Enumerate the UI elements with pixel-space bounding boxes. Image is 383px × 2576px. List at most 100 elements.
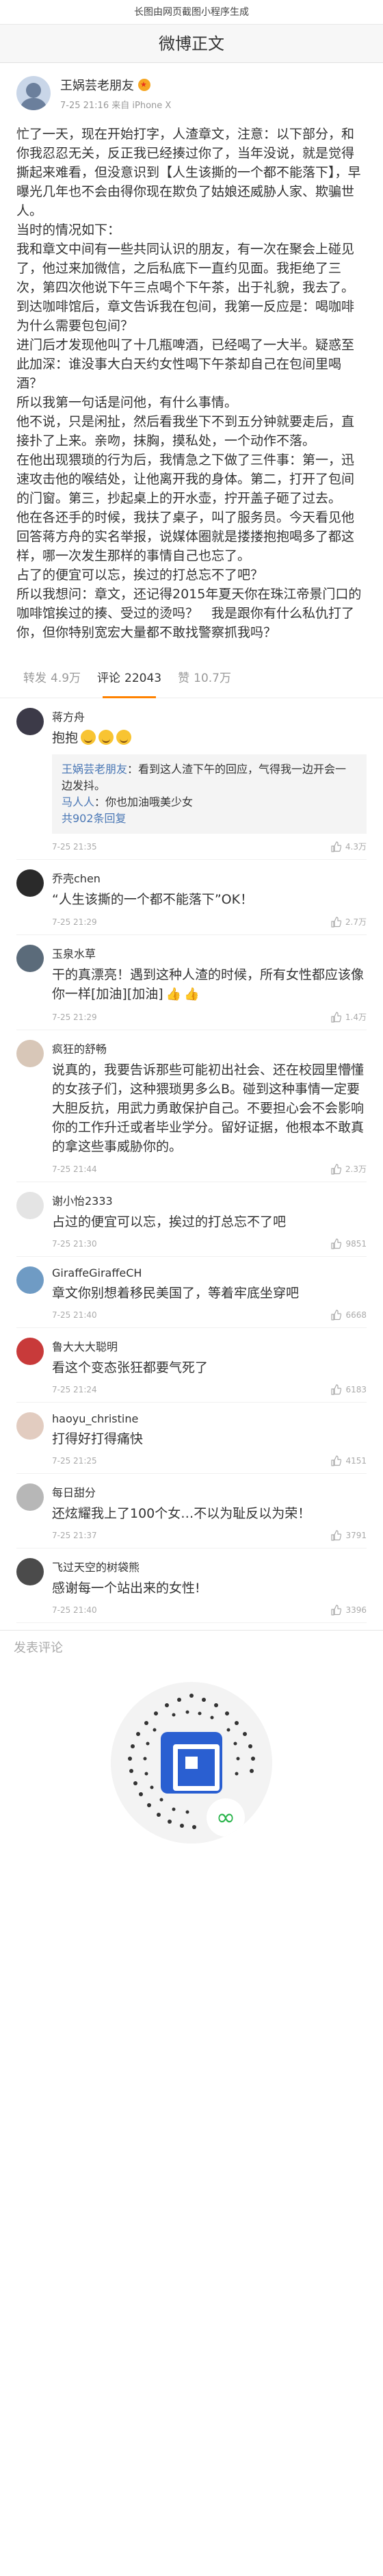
commenter-name[interactable]: 鲁大大大聪明: [52, 1338, 118, 1354]
like-button[interactable]: 6668: [330, 1310, 367, 1321]
comment-text: 说真的，我要告诉那些可能初出社会、还在校园里懵懂的女孩子们，这种猥琐男多么B。碰…: [52, 1062, 365, 1154]
comment-time: 7-25 21:25: [52, 1456, 97, 1466]
commenter-name[interactable]: 疯狂的舒畅: [52, 1040, 107, 1056]
tab-likes[interactable]: 赞 10.7万: [170, 659, 239, 698]
like-button[interactable]: 1.4万: [330, 1011, 367, 1023]
author-row: 王娲芸老朋友 7-25 21:16 来自 iPhone X: [16, 74, 367, 112]
like-count: 2.7万: [345, 917, 367, 927]
commenter-name[interactable]: 乔壳chen: [52, 869, 101, 886]
author-avatar[interactable]: [16, 76, 51, 110]
commenter-name[interactable]: haoyu_christine: [52, 1412, 138, 1425]
commenter-name-row: 蒋方舟: [52, 708, 367, 724]
thumbs-up-emoji-icon: 👍: [184, 987, 200, 1002]
comment-item: 疯狂的舒畅 说真的，我要告诉那些可能初出社会、还在校园里懵懂的女孩子们，这种猥琐…: [16, 1030, 367, 1182]
commenter-name-row: haoyu_christine: [52, 1412, 367, 1425]
generator-banner: 长图由网页截图小程序生成: [0, 0, 383, 25]
post-paragraph: 他在各还手的时候，我扶了桌子，叫了服务员。今天看见他回答蒋方舟的实名举报，说媒体…: [16, 510, 355, 563]
comment-input[interactable]: 发表评论: [0, 1630, 383, 1666]
commenter-name[interactable]: 谢小怡2333: [52, 1192, 113, 1208]
commenter-avatar[interactable]: [16, 869, 44, 897]
post-paragraph: 在他出现猥琐的行为后，我情急之下做了三件事：第一，迅速攻击他的喉结处，让他离开我…: [16, 452, 355, 506]
commenter-name[interactable]: 飞过天空的树袋熊: [52, 1558, 140, 1574]
like-count: 4.3万: [345, 842, 367, 852]
like-button[interactable]: 4151: [330, 1455, 367, 1466]
comment-footer: 7-25 21:40 3396: [52, 1605, 367, 1616]
like-count: 1.4万: [345, 1012, 367, 1022]
commenter-name[interactable]: 玉泉水草: [52, 945, 96, 961]
commenter-name-row: 谢小怡2333: [52, 1192, 367, 1208]
comment-footer: 7-25 21:37 3791: [52, 1530, 367, 1541]
post-paragraph: 所以我想问：章文，还记得2015年夏天你在珠江帝景门口的咖啡馆挨过的揍、受过的烫…: [16, 587, 362, 640]
commenter-name-row: 乔壳chen: [52, 869, 367, 886]
tab-count: 22043: [124, 671, 162, 685]
comment-main: 蒋方舟 抱抱 王娲芸老朋友：看到这人渣下午的回应，气得我一边开会一边发抖。 马人…: [52, 708, 367, 852]
reply-preview[interactable]: 王娲芸老朋友：看到这人渣下午的回应，气得我一边开会一边发抖。 马人人：你也加油哦…: [52, 754, 367, 834]
like-button[interactable]: 4.3万: [330, 841, 367, 852]
comment-time: 7-25 21:24: [52, 1385, 97, 1394]
like-button[interactable]: 3791: [330, 1530, 367, 1541]
like-button[interactable]: 9851: [330, 1238, 367, 1249]
like-count: 6183: [345, 1385, 367, 1394]
like-button[interactable]: 6183: [330, 1384, 367, 1395]
comment-time: 7-25 21:29: [52, 917, 97, 927]
commenter-avatar[interactable]: [16, 1266, 44, 1294]
page-title: 微博正文: [0, 25, 383, 63]
commenter-avatar[interactable]: [16, 1040, 44, 1067]
comment-item: GiraffeGiraffeCH 章文你别想着移民美国了，等着牢底坐穿吧 7-2…: [16, 1257, 367, 1328]
commenter-avatar[interactable]: [16, 1412, 44, 1440]
comment-main: 飞过天空的树袋熊 感谢每一个站出来的女性! 7-25 21:40 3396: [52, 1558, 367, 1616]
comment-item: 谢小怡2333 占过的便宜可以忘，挨过的打总忘不了吧 7-25 21:30 98…: [16, 1182, 367, 1257]
more-replies-link[interactable]: 共902条回复: [62, 811, 357, 827]
commenter-avatar[interactable]: [16, 708, 44, 735]
like-button[interactable]: 2.7万: [330, 916, 367, 928]
post-tabs: 转发 4.9万 评论 22043 赞 10.7万: [0, 659, 383, 698]
comment-footer: 7-25 21:24 6183: [52, 1384, 367, 1395]
comment-footer: 7-25 21:35 4.3万: [52, 841, 367, 852]
comment-text-value: 干的真漂亮！遇到这种人渣的时候，所有女性都应该像你一样[加油][加油]: [52, 967, 365, 1002]
comment-item: 玉泉水草 干的真漂亮！遇到这种人渣的时候，所有女性都应该像你一样[加油][加油]…: [16, 935, 367, 1030]
commenter-avatar[interactable]: [16, 1338, 44, 1365]
commenter-avatar[interactable]: [16, 945, 44, 972]
commenter-name[interactable]: 每日甜分: [52, 1483, 96, 1500]
comment-time: 7-25 21:40: [52, 1310, 97, 1320]
comment-footer: 7-25 21:29 1.4万: [52, 1011, 367, 1023]
thumbs-up-icon: [331, 1530, 342, 1541]
like-button[interactable]: 3396: [330, 1605, 367, 1616]
weibo-post: 王娲芸老朋友 7-25 21:16 来自 iPhone X 忙了一天，现在开始打…: [0, 63, 383, 648]
miniprogram-logo-icon: [207, 1798, 245, 1837]
commenter-avatar[interactable]: [16, 1192, 44, 1219]
tab-label: 转发: [23, 671, 47, 685]
comment-text: 还炫耀我上了100个女…不以为耻反以为荣！: [52, 1506, 311, 1521]
comment-text: “人生该撕的一个都不能落下”OK！: [52, 892, 254, 907]
post-paragraph: 我和章文中间有一些共同认识的朋友，有一次在聚会上碰见了，他过来加微信，之后私底下…: [16, 242, 355, 295]
comment-footer: 7-25 21:44 2.3万: [52, 1163, 367, 1175]
like-count: 3791: [345, 1531, 367, 1540]
miniprogram-qr-code[interactable]: [111, 1682, 272, 1844]
comment-item: haoyu_christine 打得好打得痛快 7-25 21:25 4151: [16, 1403, 367, 1474]
author-name[interactable]: 王娲芸老朋友: [60, 76, 134, 94]
comment-text: 干的真漂亮！遇到这种人渣的时候，所有女性都应该像你一样[加油][加油] 👍 👍: [52, 965, 367, 1004]
thumbs-up-icon: [331, 1163, 341, 1175]
thumbs-up-icon: [331, 841, 341, 852]
post-paragraph: 当时的情况如下：: [16, 222, 121, 238]
commenter-avatar[interactable]: [16, 1558, 44, 1585]
like-count: 6668: [345, 1310, 367, 1320]
tab-repost[interactable]: 转发 4.9万: [15, 659, 89, 698]
tab-comments[interactable]: 评论 22043: [89, 659, 170, 698]
comment-footer: 7-25 21:30 9851: [52, 1238, 367, 1249]
comment-main: 玉泉水草 干的真漂亮！遇到这种人渣的时候，所有女性都应该像你一样[加油][加油]…: [52, 945, 367, 1023]
comment-text: 感谢每一个站出来的女性!: [52, 1581, 200, 1596]
commenter-name-row: 疯狂的舒畅: [52, 1040, 367, 1056]
reply-author[interactable]: 马人人: [62, 795, 94, 808]
reply-author[interactable]: 王娲芸老朋友: [62, 763, 127, 776]
commenter-name-row: 玉泉水草: [52, 945, 367, 961]
comment-footer: 7-25 21:40 6668: [52, 1310, 367, 1321]
hug-emoji-icon: [98, 730, 114, 745]
commenter-avatar[interactable]: [16, 1483, 44, 1511]
like-button[interactable]: 2.3万: [330, 1163, 367, 1175]
commenter-name[interactable]: 蒋方舟: [52, 708, 85, 724]
comment-time: 7-25 21:35: [52, 841, 97, 852]
comment-main: 疯狂的舒畅 说真的，我要告诉那些可能初出社会、还在校园里懵懂的女孩子们，这种猥琐…: [52, 1040, 367, 1175]
post-source: 来自 iPhone X: [111, 100, 172, 111]
commenter-name[interactable]: GiraffeGiraffeCH: [52, 1266, 142, 1279]
